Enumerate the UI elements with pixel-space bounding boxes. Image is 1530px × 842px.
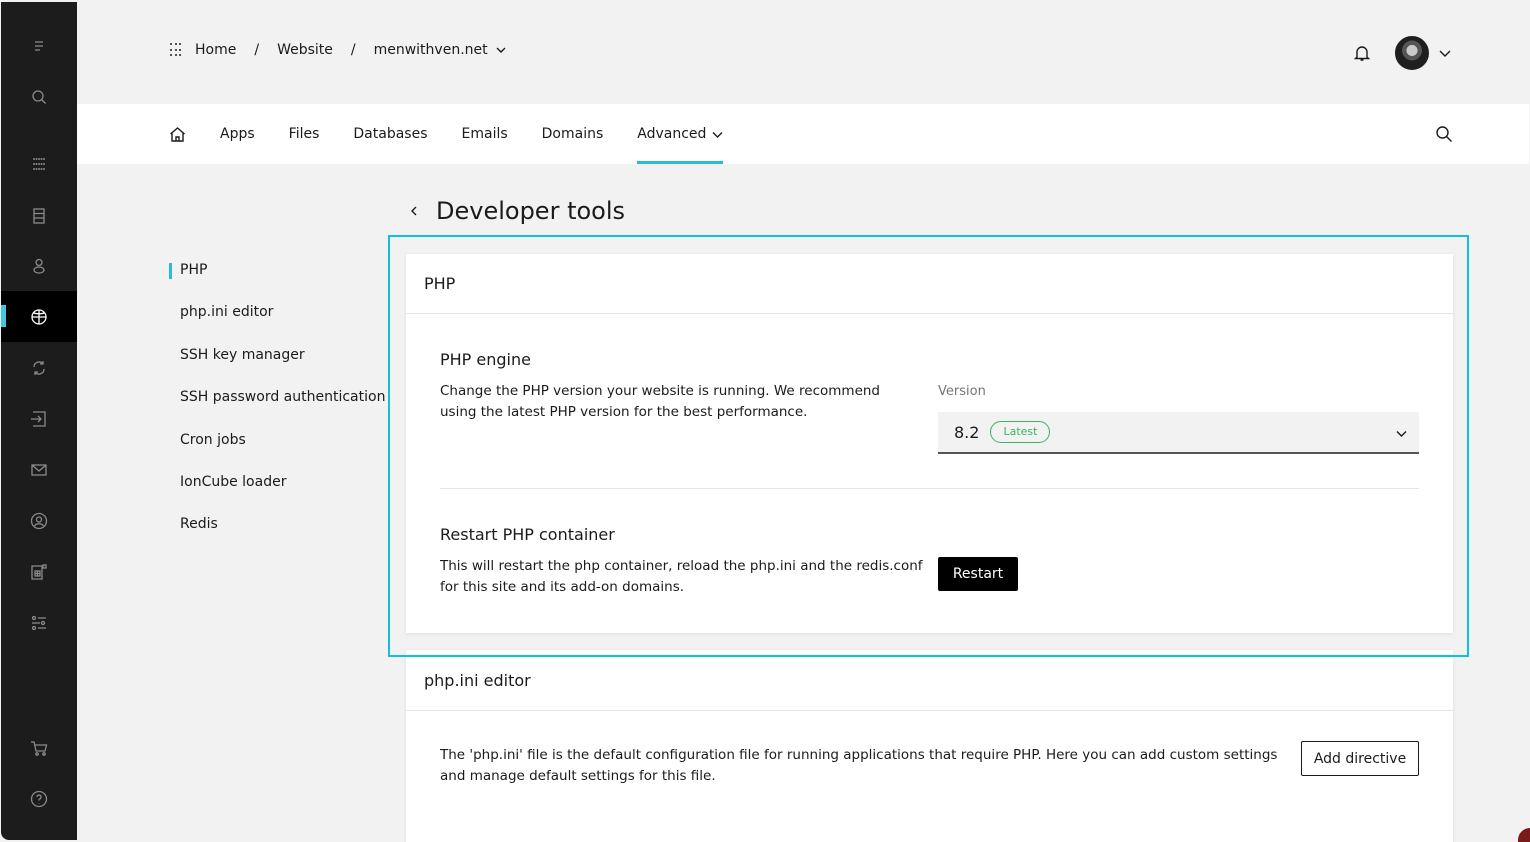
php-version-select[interactable]: 8.2 Latest	[938, 412, 1419, 454]
rail-mail-button[interactable]	[1, 444, 77, 495]
restart-title: Restart PHP container	[440, 525, 615, 544]
nav-tab-emails[interactable]: Emails	[462, 104, 508, 164]
chevron-down-icon	[1396, 431, 1407, 437]
restart-description: This will restart the php container, rel…	[440, 558, 923, 595]
rail-website-button[interactable]	[1, 291, 77, 342]
version-value: 8.2	[954, 422, 980, 442]
latest-badge: Latest	[990, 421, 1051, 443]
nav-tab-label: Emails	[461, 126, 508, 142]
sidemenu-label: php.ini editor	[180, 304, 274, 321]
home-icon[interactable]	[169, 126, 186, 143]
breadcrumb-home[interactable]: Home	[195, 42, 236, 58]
avatar[interactable]	[1395, 36, 1429, 70]
search-icon[interactable]	[1435, 125, 1453, 143]
bell-icon[interactable]	[1353, 44, 1371, 62]
nav-tab-apps[interactable]: Apps	[220, 104, 255, 164]
sidemenu-label: Redis	[180, 516, 218, 533]
sync-icon	[33, 360, 45, 375]
restart-section: Restart PHP container This will restart …	[440, 525, 940, 598]
nav-tab-files[interactable]: Files	[289, 104, 320, 164]
back-chevron-icon[interactable]	[408, 204, 420, 218]
widgets-icon	[31, 563, 47, 580]
chevron-down-icon	[712, 131, 723, 138]
globe-icon	[31, 308, 47, 325]
sidemenu-item-redis[interactable]: Redis	[168, 509, 385, 551]
settings-sliders-icon	[31, 615, 46, 630]
breadcrumb-separator: /	[350, 42, 356, 58]
php-engine-title: PHP engine	[440, 350, 531, 369]
chevron-down-icon[interactable]	[1439, 47, 1451, 59]
top-header: Home / Website / menwithven.net	[77, 2, 1529, 104]
search-icon	[32, 89, 46, 104]
php-engine-section: PHP engine Change the PHP version your w…	[440, 350, 910, 423]
sidemenu-label: SSH password authentication	[180, 389, 386, 406]
php-engine-description: Change the PHP version your website is r…	[440, 383, 881, 420]
breadcrumb: Home / Website / menwithven.net	[170, 42, 506, 58]
sidemenu-item-ssh-password-auth[interactable]: SSH password authentication	[168, 382, 385, 424]
window-corner	[1518, 828, 1530, 842]
help-icon	[30, 790, 48, 807]
version-label: Version	[938, 384, 986, 399]
sidemenu-item-php-ini-editor[interactable]: php.ini editor	[168, 297, 385, 339]
rail-migrate-button[interactable]	[1, 393, 77, 444]
nav-tab-label: Databases	[353, 126, 428, 142]
sidemenu-label: PHP	[180, 262, 208, 278]
section-divider	[440, 488, 1419, 489]
apps-grid-icon[interactable]	[170, 43, 184, 57]
restart-button[interactable]: Restart	[938, 557, 1018, 591]
chevron-down-icon[interactable]	[496, 45, 506, 55]
nav-tab-label: Domains	[541, 126, 604, 142]
nav-tab-advanced[interactable]: Advanced	[637, 104, 724, 164]
cart-icon	[31, 740, 48, 756]
apps-grid-icon	[33, 157, 45, 170]
page-title: Developer tools	[408, 197, 625, 225]
nav-tab-label: Advanced	[637, 126, 707, 142]
breadcrumb-separator: /	[254, 42, 260, 58]
mail-icon	[31, 463, 47, 476]
server-icon	[33, 207, 45, 224]
sidemenu-label: Cron jobs	[180, 431, 246, 448]
sidemenu-item-php[interactable]: PHP	[168, 255, 385, 297]
sidemenu-label: IonCube loader	[180, 473, 287, 490]
rail-sync-button[interactable]	[1, 342, 77, 393]
nav-tab-label: Files	[288, 126, 320, 142]
rail-account-button[interactable]	[1, 495, 77, 546]
php-ini-description: The 'php.ini' file is the default config…	[440, 747, 1278, 784]
sidemenu-item-cron-jobs[interactable]: Cron jobs	[168, 425, 385, 467]
rail-menu-button[interactable]	[1, 21, 77, 72]
page-title-text: Developer tools	[436, 197, 626, 225]
add-directive-button[interactable]: Add directive	[1301, 741, 1419, 776]
developer-tools-menu: PHP php.ini editor SSH key manager SSH p…	[168, 255, 385, 552]
breadcrumb-website[interactable]: Website	[277, 42, 333, 58]
sidemenu-label: SSH key manager	[180, 346, 305, 363]
php-ini-editor-card: php.ini editor The 'php.ini' file is the…	[406, 650, 1453, 842]
nav-tab-domains[interactable]: Domains	[542, 104, 604, 164]
rail-search-button[interactable]	[1, 71, 77, 122]
menu-icon	[35, 40, 43, 51]
nav-tab-databases[interactable]: Databases	[353, 104, 427, 164]
rail-apps-button[interactable]	[1, 138, 77, 189]
rail-widgets-button[interactable]	[1, 546, 77, 597]
rail-users-button[interactable]	[1, 240, 77, 291]
header-actions	[1353, 36, 1451, 70]
rail-settings-button[interactable]	[1, 597, 77, 648]
rail-help-button[interactable]	[1, 773, 77, 824]
sidemenu-item-ioncube-loader[interactable]: IonCube loader	[168, 467, 385, 509]
nav-tab-label: Apps	[220, 126, 255, 142]
php-card: PHP PHP engine Change the PHP version yo…	[406, 254, 1453, 633]
account-icon	[30, 512, 48, 529]
php-ini-card-header: php.ini editor	[406, 650, 1453, 711]
left-sidebar-rail	[1, 2, 77, 840]
php-card-header: PHP	[406, 254, 1453, 314]
migrate-icon	[31, 410, 46, 427]
main-nav: Apps Files Databases Emails Domains Adva…	[77, 104, 1529, 164]
rail-cart-button[interactable]	[1, 722, 77, 773]
sidemenu-item-ssh-key-manager[interactable]: SSH key manager	[168, 340, 385, 382]
breadcrumb-domain[interactable]: menwithven.net	[374, 42, 488, 58]
user-icon	[33, 258, 45, 274]
rail-hosting-button[interactable]	[1, 190, 77, 241]
